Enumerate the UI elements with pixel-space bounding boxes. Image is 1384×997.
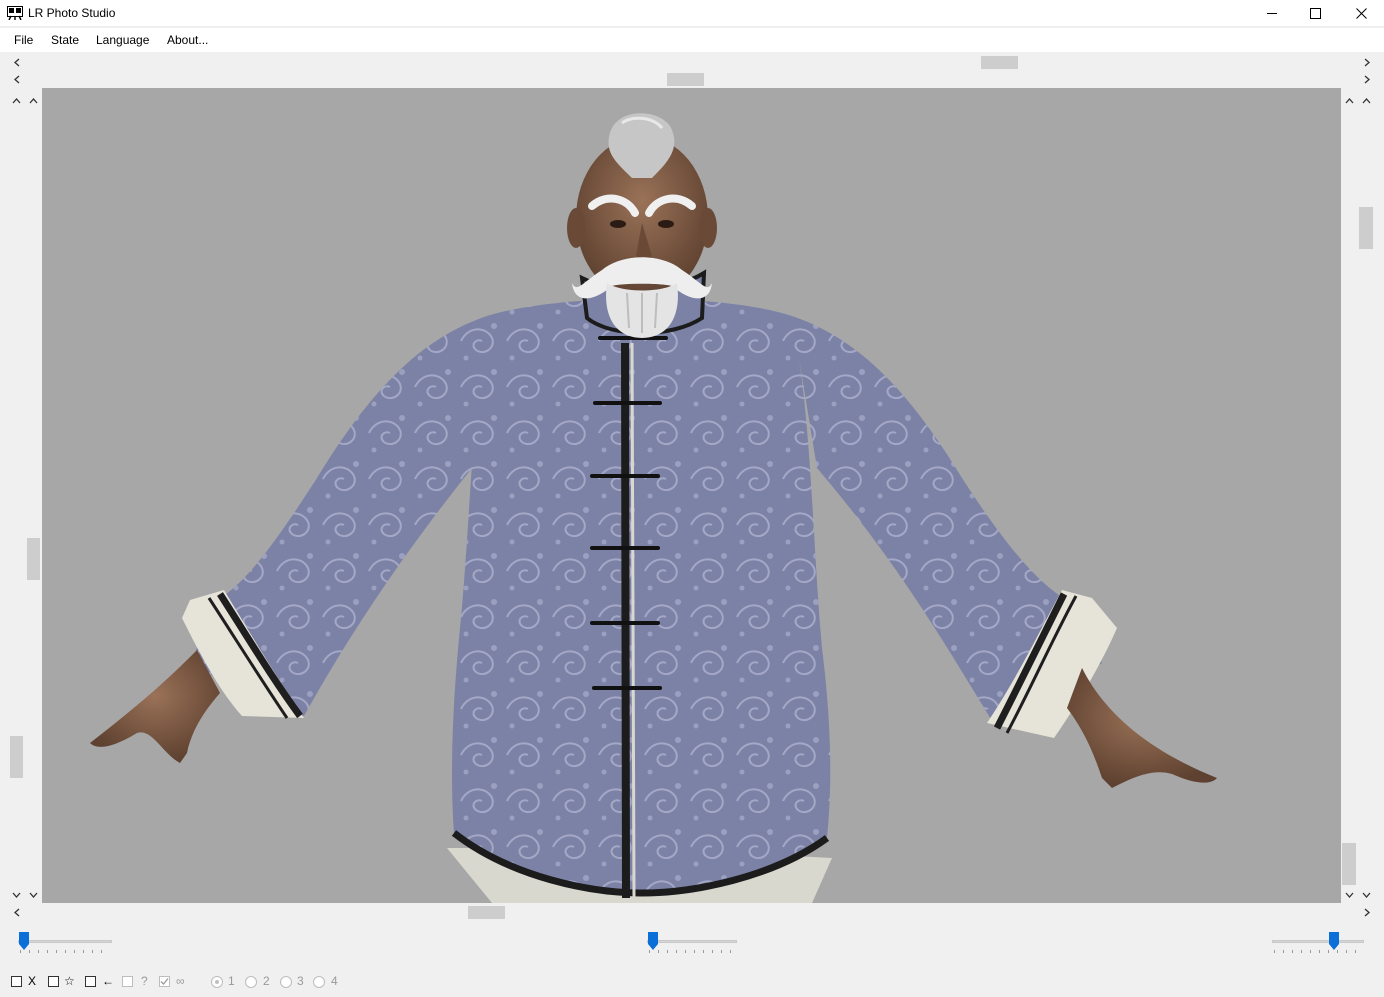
menu-about[interactable]: About...: [167, 33, 208, 47]
scroll-up-icon[interactable]: [1343, 94, 1355, 106]
question-icon: ?: [141, 974, 148, 988]
radio-dot: [215, 980, 219, 984]
window-title: LR Photo Studio: [28, 6, 116, 20]
minimize-button[interactable]: [1249, 0, 1295, 26]
status-bar: X ☆ ← ? ∞ 1 2 3 4: [0, 970, 1384, 997]
scroll-right-icon[interactable]: [1361, 73, 1373, 85]
checkbox-infinity[interactable]: [159, 976, 170, 987]
menu-bar: File State Language About...: [0, 28, 1384, 52]
infinity-icon: ∞: [176, 974, 185, 988]
close-button[interactable]: [1338, 0, 1384, 26]
scroll-down-icon[interactable]: [10, 889, 22, 901]
app-icon: [7, 6, 23, 20]
minimize-icon: [1267, 13, 1277, 14]
checkbox-question[interactable]: [122, 976, 133, 987]
radio-4-label: 4: [331, 974, 338, 988]
center-slider[interactable]: [643, 932, 741, 958]
scroll-left-icon[interactable]: [10, 56, 22, 68]
maximize-icon: [1309, 7, 1321, 19]
slider-track: [1272, 940, 1364, 943]
arrow-left-icon: ←: [102, 974, 114, 988]
radio-4[interactable]: [313, 976, 325, 988]
maximize-button[interactable]: [1292, 0, 1338, 26]
scroll-right-icon[interactable]: [1361, 56, 1373, 68]
radio-1-label: 1: [228, 974, 235, 988]
radio-2[interactable]: [245, 976, 257, 988]
scroll-down-icon[interactable]: [1360, 889, 1372, 901]
close-icon: [1355, 7, 1367, 19]
bottom-horizontal-scrollbar[interactable]: [8, 905, 1376, 919]
star-icon: ☆: [64, 974, 75, 988]
second-horizontal-scrollbar[interactable]: [8, 72, 1376, 86]
check-icon: [160, 978, 169, 985]
scroll-left-icon[interactable]: [10, 73, 22, 85]
right-vertical-scrollbar-outer[interactable]: [1358, 92, 1374, 904]
scroll-thumb[interactable]: [27, 538, 40, 580]
scroll-right-icon[interactable]: [1361, 906, 1373, 918]
checkbox-arrow[interactable]: [85, 976, 96, 987]
menu-file[interactable]: File: [14, 33, 33, 47]
right-slider[interactable]: [1268, 932, 1368, 958]
slider-thumb[interactable]: [1329, 932, 1339, 950]
menu-language[interactable]: Language: [96, 33, 149, 47]
radio-1[interactable]: [211, 976, 223, 988]
checkbox-x[interactable]: [11, 976, 22, 987]
slider-thumb[interactable]: [19, 932, 29, 950]
left-vertical-scrollbar-outer[interactable]: [8, 92, 24, 904]
left-slider[interactable]: [14, 932, 116, 958]
scroll-up-icon[interactable]: [27, 94, 39, 106]
scroll-up-icon[interactable]: [1360, 94, 1372, 106]
slider-track: [647, 940, 737, 943]
scroll-thumb[interactable]: [1359, 207, 1373, 249]
scroll-left-icon[interactable]: [10, 906, 22, 918]
scroll-up-icon[interactable]: [10, 94, 22, 106]
slider-thumb[interactable]: [648, 932, 658, 950]
scroll-thumb[interactable]: [10, 736, 23, 778]
scroll-down-icon[interactable]: [1343, 889, 1355, 901]
menu-state[interactable]: State: [51, 33, 79, 47]
slider-track: [18, 940, 112, 943]
scroll-thumb[interactable]: [667, 73, 704, 86]
slider-ticks: [1274, 950, 1362, 953]
right-vertical-scrollbar-inner[interactable]: [1341, 92, 1357, 904]
left-vertical-scrollbar-inner[interactable]: [25, 92, 41, 904]
radio-3[interactable]: [280, 976, 292, 988]
scroll-thumb[interactable]: [468, 906, 505, 919]
scroll-thumb[interactable]: [981, 56, 1018, 69]
slider-ticks: [649, 950, 735, 953]
scroll-thumb[interactable]: [1342, 843, 1356, 885]
checkbox-x-label: X: [28, 974, 37, 988]
scroll-down-icon[interactable]: [27, 889, 39, 901]
image-viewport[interactable]: [42, 88, 1341, 903]
radio-3-label: 3: [297, 974, 304, 988]
radio-2-label: 2: [263, 974, 270, 988]
character-render: [90, 113, 1217, 903]
top-horizontal-scrollbar[interactable]: [8, 55, 1376, 69]
checkbox-star[interactable]: [48, 976, 59, 987]
slider-ticks: [20, 950, 110, 953]
title-bar: LR Photo Studio: [0, 0, 1384, 26]
